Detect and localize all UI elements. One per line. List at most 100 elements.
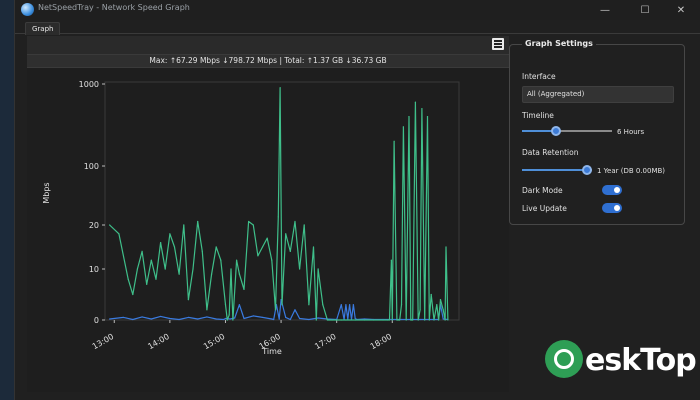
speed-chart[interactable]: 01020100100013:00 14:00 15:00 16:00 17:00 18:… [27, 68, 509, 392]
data-point [230, 268, 232, 270]
x-tick-label: 13:00 [91, 332, 115, 351]
download-series-line [109, 87, 449, 321]
data-point [399, 319, 401, 321]
tab-graph[interactable]: Graph [25, 22, 61, 35]
graph-settings-panel: Graph Settings Interface All (Aggregated… [509, 39, 685, 225]
data-point [294, 220, 296, 223]
data-point [433, 319, 435, 321]
x-tick-label: 18:00 [369, 332, 393, 351]
data-point [160, 242, 162, 244]
data-point [354, 319, 356, 321]
close-button[interactable]: ✕ [667, 0, 695, 20]
data-point [164, 268, 166, 270]
data-point [340, 319, 342, 321]
data-point [447, 319, 449, 321]
data-point [424, 319, 426, 321]
y-tick-label: 20 [89, 221, 99, 230]
live-update-label: Live Update [522, 204, 567, 213]
retention-slider-thumb[interactable] [582, 165, 592, 175]
data-point [274, 309, 277, 311]
data-point [345, 319, 347, 321]
y-tick-label: 0 [94, 316, 99, 325]
data-point [220, 259, 222, 261]
tab-bar: Graph [15, 20, 700, 35]
data-point [349, 304, 351, 306]
data-point [132, 318, 134, 321]
data-point [252, 224, 254, 226]
data-point [412, 319, 414, 321]
data-point [278, 318, 280, 320]
data-point [141, 316, 143, 318]
data-point [363, 319, 366, 321]
data-point [136, 268, 139, 270]
data-point [354, 317, 356, 320]
data-point [400, 304, 403, 306]
interface-select[interactable]: All (Aggregated) [522, 86, 674, 103]
data-point [408, 116, 410, 118]
dark-mode-toggle[interactable] [602, 185, 622, 195]
data-point [201, 250, 203, 252]
data-point [393, 140, 395, 142]
plot-area[interactable]: 0 10 20 100 1000 13:00 14:00 15:00 16:00 17:00 18:… [27, 68, 509, 392]
app-globe-icon [21, 3, 34, 16]
data-point [326, 319, 329, 321]
data-point [122, 316, 125, 319]
retention-value: 1 Year (DB 0.00MB) [597, 167, 666, 175]
data-point [417, 319, 419, 321]
data-point [294, 309, 296, 311]
data-point [226, 319, 228, 321]
live-update-toggle[interactable] [602, 203, 622, 213]
timeline-label: Timeline [522, 111, 554, 120]
data-point [187, 316, 190, 319]
data-point [224, 317, 227, 320]
data-point [308, 304, 310, 306]
y-tick-label: 1000 [79, 80, 99, 89]
data-point [132, 293, 134, 296]
data-point [178, 318, 180, 321]
data-point [109, 224, 111, 226]
data-point [428, 319, 430, 321]
data-point [206, 316, 208, 318]
data-point [289, 318, 291, 321]
minimize-button[interactable]: — [591, 0, 619, 20]
data-point [281, 304, 283, 306]
data-point [340, 304, 342, 306]
y-tick-label: 100 [84, 162, 99, 171]
data-point [192, 268, 194, 270]
data-point [234, 317, 236, 319]
maximize-button[interactable]: ☐ [631, 0, 659, 20]
data-point [223, 318, 225, 321]
watermark-text: eskTop [585, 343, 697, 378]
data-point [243, 317, 245, 320]
data-point [252, 315, 254, 317]
data-point [187, 299, 190, 301]
dark-mode-label: Dark Mode [522, 186, 563, 195]
data-point [229, 318, 231, 320]
data-point [388, 319, 391, 321]
data-point [238, 304, 240, 306]
data-point [266, 237, 268, 239]
interface-label: Interface [522, 72, 556, 81]
retention-slider[interactable] [522, 164, 592, 176]
data-point [387, 319, 389, 321]
data-point [391, 319, 393, 321]
data-point [410, 319, 412, 321]
data-point [238, 273, 240, 275]
data-point [345, 304, 347, 306]
data-point [315, 319, 317, 321]
data-point [224, 304, 227, 306]
data-point [178, 273, 180, 275]
data-point [336, 319, 338, 321]
data-point [248, 220, 250, 223]
data-point [285, 316, 287, 319]
data-point [197, 318, 199, 320]
hamburger-menu-icon[interactable] [492, 38, 504, 50]
timeline-slider[interactable] [522, 125, 612, 137]
watermark-logo-icon [545, 340, 583, 378]
data-point [373, 319, 375, 321]
data-point [261, 316, 264, 319]
data-point [430, 293, 432, 296]
timeline-slider-thumb[interactable] [551, 126, 562, 136]
desktop-watermark: eskTop [545, 340, 697, 380]
data-point [442, 309, 444, 311]
